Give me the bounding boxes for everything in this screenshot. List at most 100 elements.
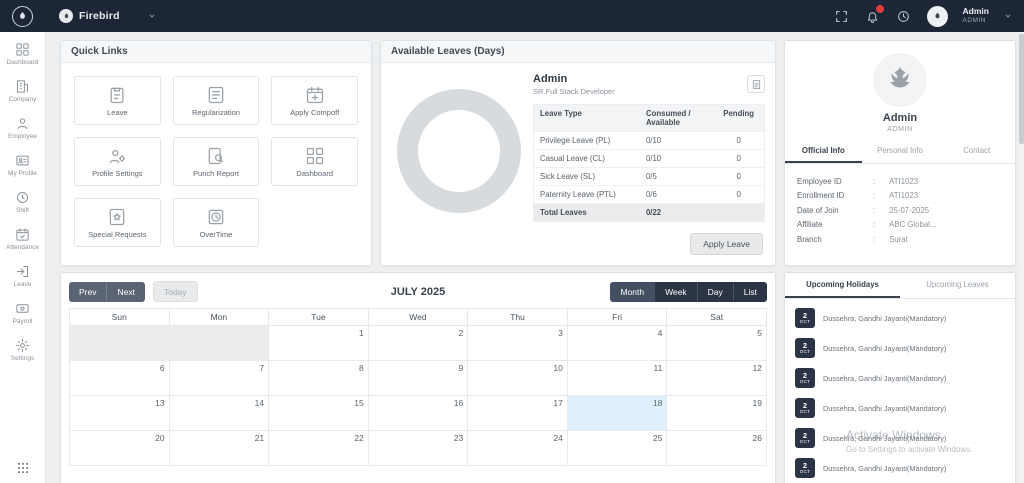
- calendar-day-cell[interactable]: 9: [368, 361, 468, 396]
- brand-name: Firebird: [79, 10, 120, 22]
- id-card-icon: [15, 153, 30, 168]
- user-menu[interactable]: Admin ADMIN: [963, 7, 989, 24]
- table-row: Sick Leave (SL) 0/5 0: [534, 168, 764, 186]
- leave-table: Leave Type Consumed / Available Pending …: [533, 104, 765, 222]
- quick-link-special-requests[interactable]: Special Requests: [74, 198, 161, 247]
- leave-table-header: Leave Type Consumed / Available Pending: [534, 105, 764, 132]
- calendar-day-cell[interactable]: 2: [368, 326, 468, 361]
- calendar-day-cell[interactable]: 25: [567, 431, 667, 466]
- calendar-day-cell[interactable]: 17: [468, 396, 568, 431]
- sidebar-item-company[interactable]: Company: [0, 79, 46, 103]
- tab-personal-info[interactable]: Personal Info: [862, 141, 939, 163]
- table-total-row: Total Leaves 0/22: [534, 204, 764, 221]
- sidebar-item-dashboard[interactable]: Dashboard: [0, 42, 46, 66]
- calendar-day-cell[interactable]: 15: [269, 396, 369, 431]
- fullscreen-icon[interactable]: [834, 8, 850, 24]
- calendar-day-cell[interactable]: 6: [70, 361, 170, 396]
- calendar-today-cell[interactable]: 18: [567, 396, 667, 431]
- calendar-view-month[interactable]: Month: [610, 282, 654, 302]
- sidebar-item-payroll[interactable]: Payroll: [0, 301, 46, 325]
- calendar-day-cell[interactable]: 7: [169, 361, 269, 396]
- quick-link-punch-report[interactable]: Punch Report: [173, 137, 260, 186]
- calendar-day-cell[interactable]: 20: [70, 431, 170, 466]
- date-badge: 2OCT: [795, 338, 815, 358]
- quick-links-title: Quick Links: [61, 41, 371, 63]
- tab-upcoming-holidays[interactable]: Upcoming Holidays: [785, 273, 900, 298]
- calendar-day-cell[interactable]: 12: [667, 361, 767, 396]
- calendar-day-cell[interactable]: 5: [667, 326, 767, 361]
- quick-link-overtime[interactable]: OverTime: [173, 198, 260, 247]
- calendar-day-cell[interactable]: 14: [169, 396, 269, 431]
- leave-exit-icon: [15, 264, 30, 279]
- list-item: 2OCT Dussehra, Gandhi Jayanti(Mandatory): [795, 303, 1005, 333]
- calendar-day-cell[interactable]: 13: [70, 396, 170, 431]
- quick-link-leave[interactable]: Leave: [74, 76, 161, 125]
- list-item: 2OCT Dussehra, Gandhi Jayanti(Mandatory): [795, 333, 1005, 363]
- workspace-selector[interactable]: Firebird: [59, 9, 156, 23]
- calendar-day-cell[interactable]: 16: [368, 396, 468, 431]
- apply-leave-button[interactable]: Apply Leave: [690, 233, 763, 255]
- chevron-down-icon: [148, 12, 156, 20]
- avatar[interactable]: [927, 6, 948, 27]
- field-branch: Branch Surat: [797, 235, 1003, 244]
- calendar-view-day[interactable]: Day: [697, 282, 733, 302]
- calendar-day-cell[interactable]: 11: [567, 361, 667, 396]
- calendar-day-cell[interactable]: 21: [169, 431, 269, 466]
- sidebar-item-settings[interactable]: Settings: [0, 338, 46, 362]
- clock-icon[interactable]: [896, 8, 912, 24]
- sidebar-item-leave[interactable]: Leave: [0, 264, 46, 288]
- sidebar-item-shift[interactable]: Shift: [0, 190, 46, 214]
- quick-link-dashboard[interactable]: Dashboard: [271, 137, 358, 186]
- quick-link-profile-settings[interactable]: Profile Settings: [74, 137, 161, 186]
- calendar-day-cell[interactable]: 8: [269, 361, 369, 396]
- tab-contact[interactable]: Contact: [938, 141, 1015, 163]
- calendar-next-button[interactable]: Next: [107, 282, 144, 302]
- tab-upcoming-leaves[interactable]: Upcoming Leaves: [900, 273, 1015, 298]
- date-badge: 2OCT: [795, 458, 815, 478]
- field-enrollment-id: Enrollment ID ATI1023: [797, 191, 1003, 200]
- user-menu-chevron-icon[interactable]: [1004, 12, 1012, 20]
- calendar-view-list[interactable]: List: [733, 282, 767, 302]
- sidebar-item-attendance[interactable]: Attendance: [0, 227, 46, 251]
- sidebar-item-my-profile[interactable]: My Profile: [0, 153, 46, 177]
- shift-clock-icon: [15, 190, 30, 205]
- vertical-scrollbar[interactable]: [1019, 32, 1024, 483]
- quick-links-card: Quick Links Leave Regularization Apply C…: [60, 40, 372, 266]
- tab-official-info[interactable]: Official Info: [785, 141, 862, 163]
- calendar-grid: Sun Mon Tue Wed Thu Fri Sat 1 2 3 4 5 6: [69, 308, 767, 466]
- calendar-day-cell[interactable]: 23: [368, 431, 468, 466]
- table-row: Casual Leave (CL) 0/10 0: [534, 150, 764, 168]
- calendar-day-cell[interactable]: 1: [269, 326, 369, 361]
- calendar-day-cell[interactable]: 24: [468, 431, 568, 466]
- quick-link-apply-compoff[interactable]: Apply Compoff: [271, 76, 358, 125]
- field-employee-id: Employee ID ATI1023: [797, 177, 1003, 186]
- calendar-today-button[interactable]: Today: [153, 281, 198, 302]
- calendar-day-cell[interactable]: 4: [567, 326, 667, 361]
- calendar-day-cell[interactable]: 26: [667, 431, 767, 466]
- calendar-day-cell[interactable]: [169, 326, 269, 361]
- calendar-day-cell[interactable]: 19: [667, 396, 767, 431]
- calendar-day-cell[interactable]: 22: [269, 431, 369, 466]
- apps-grid-icon[interactable]: [0, 461, 46, 475]
- calendar-day-cell[interactable]: [70, 326, 170, 361]
- sidebar: Dashboard Company Employee My Profile Sh…: [0, 32, 46, 483]
- quick-link-regularization[interactable]: Regularization: [173, 76, 260, 125]
- calendar-week-row: 1 2 3 4 5: [70, 326, 767, 361]
- app-logo-icon[interactable]: [12, 6, 33, 27]
- notification-badge: [875, 4, 885, 14]
- list-item: 2OCT Dussehra, Gandhi Jayanti(Mandatory): [795, 453, 1005, 483]
- notifications-bell-icon[interactable]: [865, 8, 881, 24]
- calendar-prev-button[interactable]: Prev: [69, 282, 107, 302]
- table-row: Privilege Leave (PL) 0/10 0: [534, 132, 764, 150]
- calendar-week-row: 20 21 22 23 24 25 26: [70, 431, 767, 466]
- dashboard-grid-icon: [305, 146, 325, 166]
- scrollbar-thumb[interactable]: [1019, 34, 1024, 144]
- calendar-view-week[interactable]: Week: [654, 282, 697, 302]
- profile-card: Admin ADMIN Official Info Personal Info …: [784, 40, 1016, 266]
- sidebar-item-employee[interactable]: Employee: [0, 116, 46, 140]
- calendar-day-cell[interactable]: 10: [468, 361, 568, 396]
- calendar-weekday-row: Sun Mon Tue Wed Thu Fri Sat: [70, 309, 767, 326]
- calendar-week-row: 6 7 8 9 10 11 12: [70, 361, 767, 396]
- calendar-day-cell[interactable]: 3: [468, 326, 568, 361]
- list-item: 2OCT Dussehra, Gandhi Jayanti(Mandatory): [795, 423, 1005, 453]
